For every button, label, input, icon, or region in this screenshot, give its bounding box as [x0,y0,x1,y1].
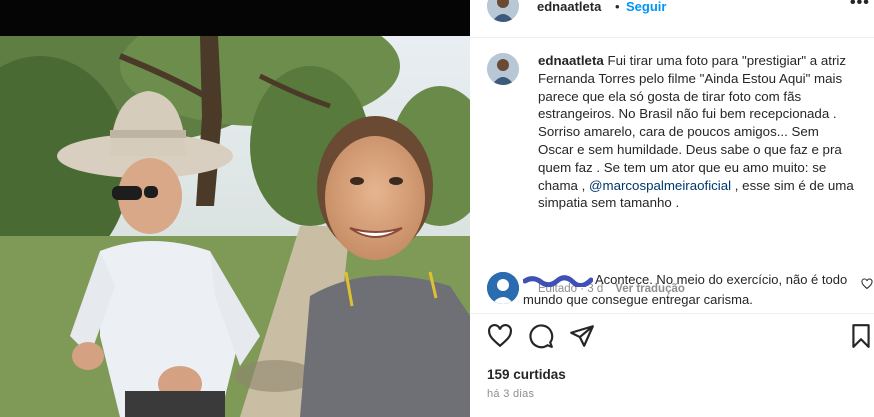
comment-icon[interactable] [528,323,554,349]
post-photo[interactable] [0,36,470,417]
follow-button[interactable]: Seguir [626,0,666,14]
commenter-avatar[interactable] [487,272,519,304]
redacted-username [523,274,593,287]
post-side-panel: ednaatleta • Seguir ••• ednaatleta Fui t… [470,0,874,417]
header-separator: • [615,0,620,14]
user-avatar[interactable] [487,0,519,22]
comment-text-block: Acontece. No meio do exercício, não é to… [523,270,858,310]
bookmark-icon[interactable] [848,323,874,349]
caption-avatar[interactable] [487,53,519,85]
action-bar [470,323,874,353]
likes-count[interactable]: 159 curtidas [487,367,566,382]
post-header: ednaatleta • Seguir ••• [470,0,874,22]
more-icon[interactable]: ••• [850,0,870,12]
photo-top-bar [0,0,470,36]
caption-text: Fui tirar uma foto para "prestigiar" a a… [538,53,847,193]
actions-divider [470,313,874,314]
paper-plane-icon[interactable] [569,323,595,349]
header-username[interactable]: ednaatleta [537,0,601,14]
post-caption: ednaatleta Fui tirar uma foto para "pres… [538,52,856,212]
header-divider [470,37,874,38]
caption-mention[interactable]: @marcospalmeiraoficial [589,178,731,193]
caption-username[interactable]: ednaatleta [538,53,604,68]
comment-like-icon[interactable] [861,278,873,290]
post-time: há 3 dias [487,388,535,400]
post-photo-pane [0,0,470,417]
heart-icon[interactable] [487,323,513,349]
